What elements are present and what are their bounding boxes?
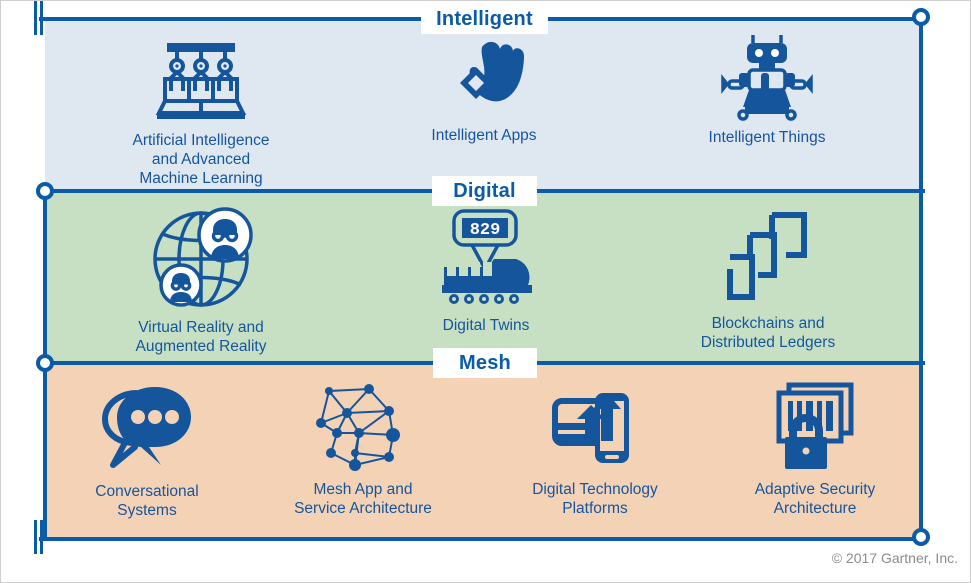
endcap-bottom-left	[34, 520, 44, 554]
frame-rule-right	[919, 19, 923, 537]
trend-item-vr-ar[interactable]: Virtual Reality and Augmented Reality	[93, 205, 309, 356]
trend-item-digital-twins[interactable]: 829 Digital Twins	[405, 207, 567, 335]
train-with-readout-icon: 829	[442, 209, 532, 304]
robot-icon	[721, 35, 813, 121]
digital-twin-readout: 829	[470, 221, 501, 240]
padlock-barcode-icon	[776, 382, 854, 469]
trend-item-intelligent-apps[interactable]: Intelligent Apps	[393, 39, 575, 145]
network-mesh-icon	[316, 384, 400, 471]
trend-label-ai: Artificial Intelligence and Advanced Mac…	[132, 132, 270, 187]
card-phone-exchange-icon	[552, 393, 629, 463]
trend-item-conversational[interactable]: Conversational Systems	[59, 381, 235, 520]
trend-label-blockchains: Blockchains and Distributed Ledgers	[700, 315, 836, 351]
trend-item-ai[interactable]: Artificial Intelligence and Advanced Mac…	[93, 39, 309, 188]
trend-label-intelligent-things: Intelligent Things	[708, 129, 826, 146]
endcap-top-left	[34, 1, 44, 35]
trend-item-adaptive-security[interactable]: Adaptive Security Architecture	[727, 379, 903, 518]
trend-item-intelligent-things[interactable]: Intelligent Things	[673, 31, 861, 147]
section-label-digital: Digital	[432, 176, 537, 206]
trend-item-digital-platform[interactable]: Digital Technology Platforms	[507, 383, 683, 518]
junction-node-middle-left-upper	[36, 182, 54, 200]
trend-label-conversational: Conversational Systems	[95, 483, 199, 519]
speech-bubbles-icon	[101, 387, 191, 468]
trend-label-intelligent-apps: Intelligent Apps	[431, 127, 537, 144]
trend-item-mesh-app[interactable]: Mesh App and Service Architecture	[277, 379, 449, 518]
copyright-notice: © 2017 Gartner, Inc.	[831, 550, 958, 566]
globe-with-avatars-icon	[153, 207, 253, 307]
junction-node-middle-left-lower	[36, 354, 54, 372]
trend-label-vr-ar: Virtual Reality and Augmented Reality	[135, 319, 267, 355]
section-label-mesh: Mesh	[433, 348, 537, 378]
trend-item-blockchains[interactable]: Blockchains and Distributed Ledgers	[673, 209, 863, 352]
trend-label-digital-twins: Digital Twins	[442, 317, 530, 334]
section-label-intelligent: Intelligent	[421, 4, 548, 34]
robotic-assembly-line-icon	[93, 39, 309, 126]
interlocking-squares-icon	[727, 212, 807, 300]
diagram-canvas: Intelligent Digital Mesh Artificial Inte…	[1, 1, 970, 582]
trend-label-mesh-app: Mesh App and Service Architecture	[294, 481, 432, 517]
trend-label-adaptive-security: Adaptive Security Architecture	[754, 481, 876, 517]
junction-node-bottom-right	[912, 528, 930, 546]
hand-with-diamond-icon	[460, 41, 524, 102]
frame-rule-bottom	[39, 537, 925, 541]
trend-label-digital-platform: Digital Technology Platforms	[532, 481, 658, 517]
junction-node-top-right	[912, 8, 930, 26]
